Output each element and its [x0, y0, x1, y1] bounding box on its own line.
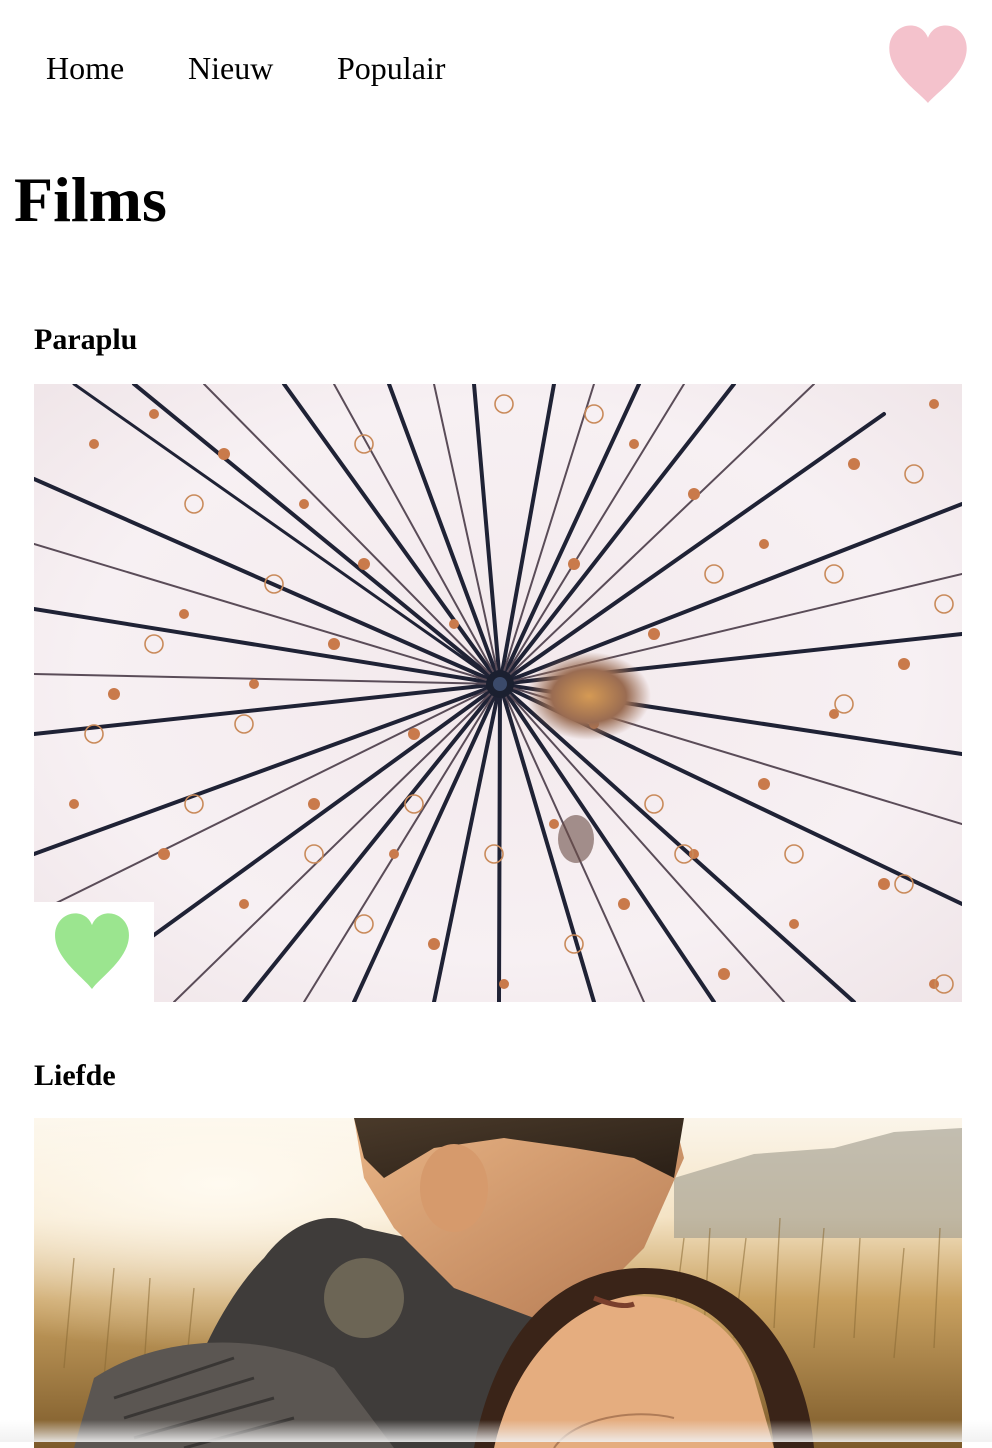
heart-icon — [889, 25, 967, 103]
heart-icon — [55, 913, 129, 989]
couple-photo-image — [34, 1118, 962, 1448]
film-image-liefde[interactable] — [34, 1118, 962, 1448]
nav-link-nieuw[interactable]: Nieuw — [188, 48, 273, 88]
film-title: Liefde — [34, 1059, 116, 1092]
scroll-edge-shadow — [0, 1420, 992, 1442]
nav-link-populair[interactable]: Populair — [337, 48, 445, 88]
film-image-paraplu[interactable] — [34, 384, 962, 1002]
nav-link-home[interactable]: Home — [46, 48, 124, 88]
favorites-heart-icon[interactable] — [884, 22, 972, 110]
film-title: Paraplu — [34, 323, 138, 356]
favorite-button-paraplu[interactable] — [34, 902, 154, 1002]
top-navigation: Home Nieuw Populair — [0, 0, 992, 130]
page-title: Films — [14, 164, 167, 235]
paper-umbrella-image — [34, 384, 962, 1002]
